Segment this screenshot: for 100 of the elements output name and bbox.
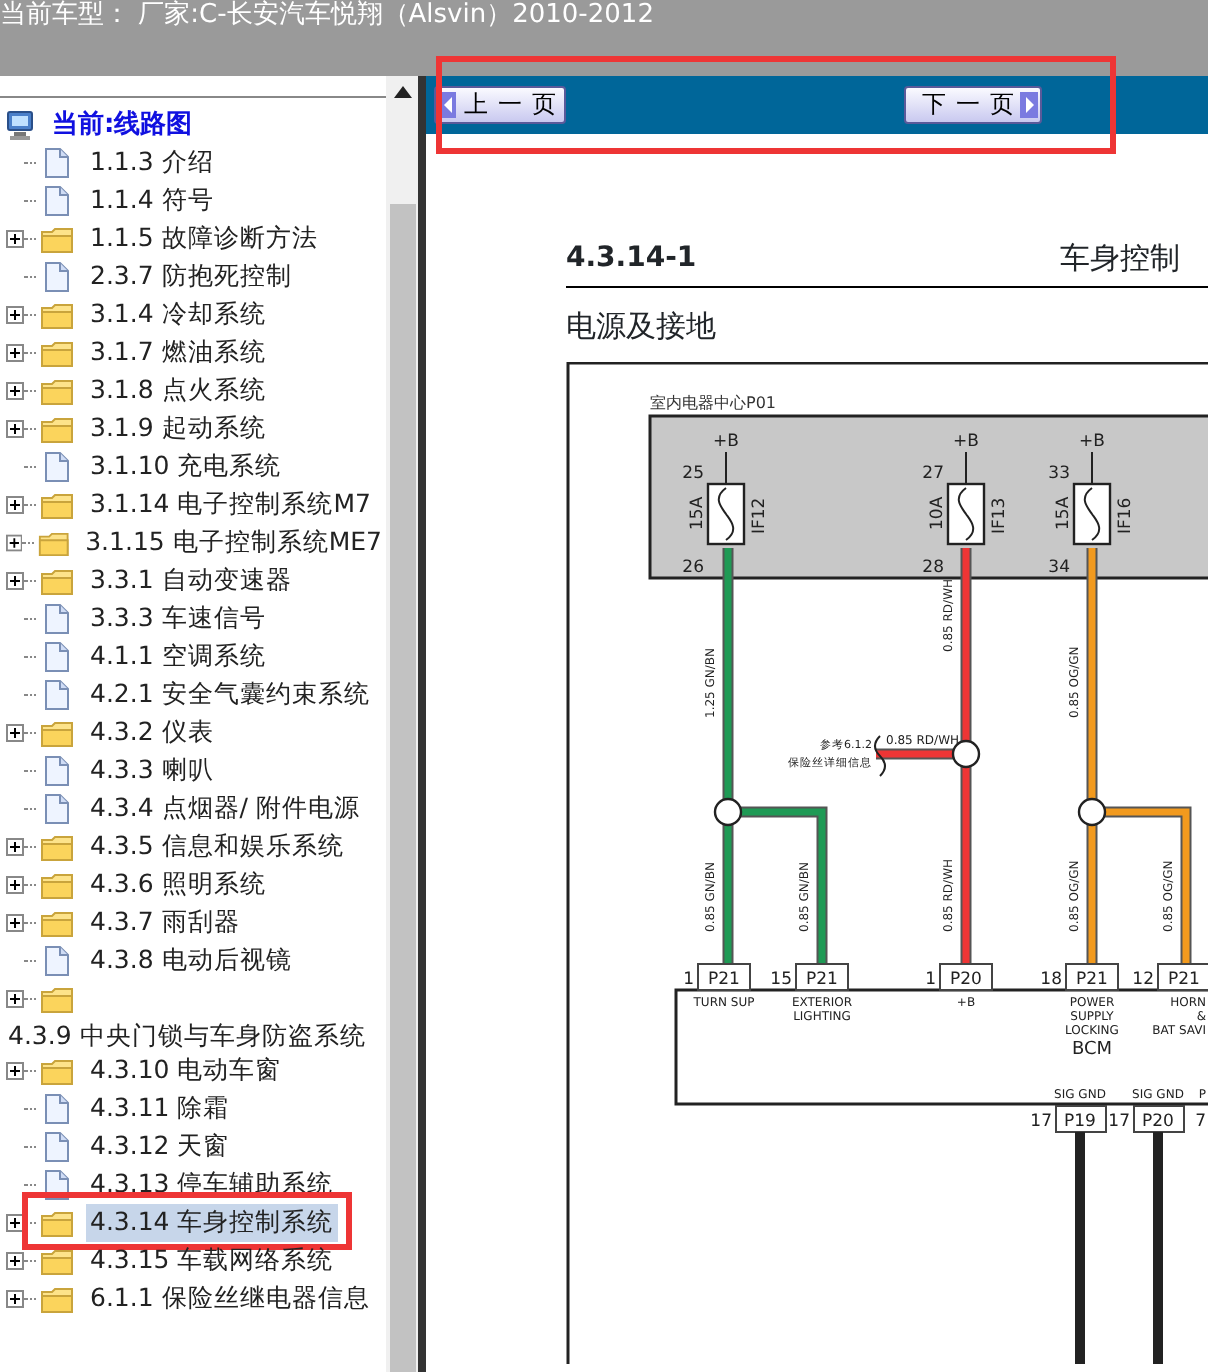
connector-label: P20: [950, 970, 982, 990]
pin-number: 1: [683, 970, 694, 990]
tree-item[interactable]: 4.3.4 点烟器/ 附件电源: [86, 790, 364, 828]
folder-icon: [40, 491, 74, 519]
folder-icon: [40, 1285, 74, 1313]
expand-icon[interactable]: [6, 1290, 24, 1308]
tree-item[interactable]: 1.1.3 介绍: [86, 144, 218, 182]
connector-pin: [697, 963, 751, 991]
tree-item[interactable]: 3.1.14 电子控制系统M7: [86, 486, 375, 524]
page-title: 车身控制: [1060, 237, 1180, 279]
supply-line: [965, 451, 967, 485]
expand-icon[interactable]: [6, 306, 24, 324]
document-icon: [44, 680, 70, 710]
folder-icon: [40, 1209, 74, 1237]
tree-item[interactable]: 3.1.15 电子控制系统ME7: [81, 524, 386, 562]
pin-number: 28: [922, 558, 944, 578]
tree-item[interactable]: 4.3.6 照明系统: [86, 866, 270, 904]
tree-item[interactable]: 6.1.1 保险丝继电器信息: [86, 1280, 374, 1318]
expand-icon[interactable]: [6, 914, 24, 932]
tree-item[interactable]: 3.1.7 燃油系统: [86, 334, 270, 372]
folder-icon: [40, 871, 74, 899]
expand-icon[interactable]: [6, 1214, 24, 1232]
tree-item[interactable]: 3.1.9 起动系统: [86, 410, 270, 448]
folder-icon: [40, 339, 74, 367]
fuse-rating: 15A: [1054, 496, 1074, 530]
tree-item[interactable]: 4.3.14 车身控制系统: [86, 1204, 338, 1242]
document-icon: [44, 186, 70, 216]
tree-item[interactable]: 3.3.1 自动变速器: [86, 562, 296, 600]
tree-item[interactable]: 4.3.8 电动后视镜: [86, 942, 296, 980]
pin-number: 1: [925, 970, 936, 990]
bracket-icon: [874, 735, 886, 777]
tree-item[interactable]: 4.2.1 安全气囊约束系统: [86, 676, 374, 714]
expand-icon[interactable]: [6, 382, 24, 400]
tree-item[interactable]: 4.3.2 仪表: [86, 714, 218, 752]
fuse-symbol: [1072, 482, 1112, 546]
expand-icon[interactable]: [6, 344, 24, 362]
expand-icon[interactable]: [6, 230, 24, 248]
expand-icon[interactable]: [6, 1252, 24, 1270]
scrollbar-thumb[interactable]: [390, 204, 416, 1372]
document-icon: [44, 756, 70, 786]
tree-item[interactable]: 4.3.11 除霜: [86, 1090, 234, 1128]
module-name: BCM: [1071, 1040, 1113, 1060]
folder-icon: [40, 301, 74, 329]
fuse-rating: 15A: [688, 496, 708, 530]
tree-item[interactable]: 4.3.15 车载网络系统: [86, 1242, 338, 1280]
connector-label: P21: [708, 970, 740, 990]
section-subtitle: 电源及接地: [566, 306, 718, 346]
pin-number: 33: [1048, 464, 1070, 484]
expand-icon[interactable]: [6, 876, 24, 894]
connector-label: P19: [1064, 1112, 1096, 1132]
tree-item[interactable]: 3.1.10 充电系统: [86, 448, 286, 486]
fuse-symbol: [706, 482, 746, 546]
tree-item[interactable]: 4.3.9 中央门锁与车身防盗系统: [4, 1020, 370, 1050]
tree-item[interactable]: 3.1.4 冷却系统: [86, 296, 270, 334]
pin-number: 15: [770, 970, 792, 990]
pin-number: 27: [922, 464, 944, 484]
connector-pin: [1065, 963, 1119, 991]
previous-page-button[interactable]: 上一页: [434, 86, 566, 124]
tree-item[interactable]: 1.1.4 符号: [86, 182, 218, 220]
connector-pin: [939, 963, 993, 991]
folder-icon: [40, 909, 74, 937]
connector-label: P21: [806, 970, 838, 990]
connector-pin: [1133, 1105, 1185, 1133]
splice-point: [1077, 797, 1107, 827]
pin-number: 34: [1048, 558, 1070, 578]
tree-item[interactable]: 4.3.7 雨刮器: [86, 904, 244, 942]
document-icon: [44, 604, 70, 634]
document-icon: [44, 148, 70, 178]
tree-item[interactable]: 4.3.3 喇叭: [86, 752, 218, 790]
splice-point: [713, 797, 743, 827]
expand-icon[interactable]: [6, 838, 24, 856]
pin-number: 25: [682, 464, 704, 484]
document-icon: [44, 642, 70, 672]
tree-root[interactable]: 当前:线路图: [48, 105, 197, 145]
tree-item[interactable]: 3.1.8 点火系统: [86, 372, 270, 410]
tree-item[interactable]: 3.3.3 车速信号: [86, 600, 270, 638]
expand-icon[interactable]: [6, 496, 24, 514]
tree-item[interactable]: 2.3.7 防抱死控制: [86, 258, 296, 296]
pin-number: 17: [1030, 1112, 1052, 1132]
scroll-up-icon[interactable]: [394, 86, 412, 98]
expand-icon[interactable]: [6, 990, 24, 1008]
expand-icon[interactable]: [6, 534, 23, 552]
supply-label: +B: [1079, 432, 1105, 452]
tree-item[interactable]: 1.1.5 故障诊断方法: [86, 220, 322, 258]
fuse-rating: 10A: [928, 496, 948, 530]
expand-icon[interactable]: [6, 572, 24, 590]
tree-item[interactable]: 4.3.12 天窗: [86, 1128, 234, 1166]
tree-item[interactable]: 4.3.5 信息和娱乐系统: [86, 828, 348, 866]
expand-icon[interactable]: [6, 420, 24, 438]
next-page-button[interactable]: 下一页: [904, 86, 1042, 124]
fuse-name: IF12: [750, 497, 770, 534]
pin-number: 26: [682, 558, 704, 578]
connector-label: P20: [1142, 1112, 1174, 1132]
right-arrow-icon: [1020, 92, 1038, 118]
section-number: 4.3.14-1: [566, 240, 697, 278]
tree-item[interactable]: 4.1.1 空调系统: [86, 638, 270, 676]
supply-label: +B: [713, 432, 739, 452]
tree-item[interactable]: 4.3.10 电动车窗: [86, 1052, 286, 1090]
expand-icon[interactable]: [6, 1062, 24, 1080]
expand-icon[interactable]: [6, 724, 24, 742]
